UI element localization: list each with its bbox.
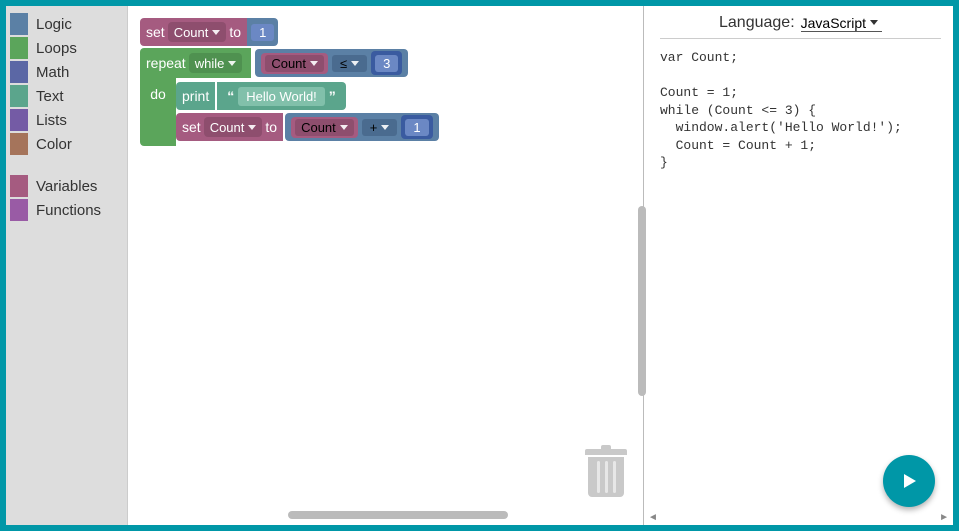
toolbox-label: Text	[36, 88, 64, 105]
toolbox-label: Color	[36, 136, 72, 153]
category-color-swatch	[10, 61, 28, 83]
category-color-swatch	[10, 133, 28, 155]
blocks-canvas[interactable]: set Count to 1 repeat while	[140, 18, 439, 146]
toolbox-item-color[interactable]: Color	[6, 132, 127, 156]
category-color-swatch	[10, 199, 28, 221]
toolbox-item-lists[interactable]: Lists	[6, 108, 127, 132]
set-keyword: set	[146, 24, 165, 40]
toolbox-label: Math	[36, 64, 69, 81]
category-color-swatch	[10, 13, 28, 35]
app-frame: Logic Loops Math Text Lists Color Variables Fu…	[0, 0, 959, 531]
arith-op-dropdown[interactable]: +	[362, 119, 398, 136]
workspace-h-scrollbar[interactable]	[288, 511, 623, 521]
toolbox-label: Logic	[36, 16, 72, 33]
trash-icon[interactable]	[585, 449, 627, 497]
run-button[interactable]	[883, 455, 935, 507]
number-input[interactable]: 1	[251, 24, 274, 41]
code-panel: Language: JavaScript var Count; Count = …	[643, 6, 953, 525]
category-color-swatch	[10, 85, 28, 107]
code-h-scrollbar[interactable]: ◄►	[644, 512, 953, 523]
play-icon	[899, 471, 919, 491]
chevron-down-icon	[340, 125, 348, 130]
category-color-swatch	[10, 109, 28, 131]
var-dropdown[interactable]: Count	[168, 22, 227, 42]
block-compare[interactable]: Count ≤ 3	[255, 49, 408, 77]
toolbox-item-variables[interactable]: Variables	[6, 174, 127, 198]
toolbox-item-functions[interactable]: Functions	[6, 198, 127, 222]
number-slot[interactable]: 1	[401, 115, 432, 139]
toolbox-label: Lists	[36, 112, 67, 129]
category-color-swatch	[10, 37, 28, 59]
quote-close-icon: ”	[325, 88, 340, 104]
set-keyword: set	[182, 119, 201, 135]
block-print[interactable]: print “ Hello World! ”	[176, 82, 439, 110]
block-set-count-incr[interactable]: set Count to Count	[176, 112, 439, 142]
chevron-down-icon	[351, 61, 359, 66]
quote-open-icon: “	[223, 88, 238, 104]
number-slot[interactable]: 3	[371, 51, 402, 75]
language-label: Language:	[719, 14, 795, 32]
workspace[interactable]: set Count to 1 repeat while	[128, 6, 643, 525]
compare-op-dropdown[interactable]: ≤	[332, 55, 367, 72]
language-row: Language: JavaScript	[660, 14, 941, 39]
var-dropdown[interactable]: Count	[204, 117, 263, 137]
toolbox-item-logic[interactable]: Logic	[6, 12, 127, 36]
to-keyword: to	[265, 119, 277, 135]
toolbox-item-loops[interactable]: Loops	[6, 36, 127, 60]
category-color-swatch	[10, 175, 28, 197]
chevron-down-icon	[228, 61, 236, 66]
toolbox-sidebar: Logic Loops Math Text Lists Color Variables Fu…	[6, 6, 128, 525]
do-label: do	[140, 78, 176, 146]
language-select[interactable]: JavaScript	[801, 15, 882, 32]
scrollbar-thumb[interactable]	[288, 511, 508, 519]
chevron-down-icon	[248, 125, 256, 130]
repeat-keyword: repeat	[146, 55, 186, 71]
while-dropdown[interactable]: while	[189, 53, 243, 73]
block-text-literal[interactable]: “ Hello World! ”	[217, 82, 346, 110]
var-get-count[interactable]: Count	[291, 117, 358, 138]
toolbox-label: Variables	[36, 178, 97, 195]
print-keyword: print	[182, 88, 209, 104]
toolbox-label: Functions	[36, 202, 101, 219]
chevron-down-icon	[381, 125, 389, 130]
code-v-scrollbar[interactable]	[638, 206, 646, 396]
text-input[interactable]: Hello World!	[238, 87, 325, 106]
var-get-count[interactable]: Count	[261, 53, 328, 74]
toolbox-label: Loops	[36, 40, 77, 57]
toolbox-item-math[interactable]: Math	[6, 60, 127, 84]
block-repeat-while[interactable]: repeat while Count ≤ 3	[140, 48, 439, 146]
generated-code: var Count; Count = 1; while (Count <= 3)…	[660, 49, 941, 517]
toolbox-item-text[interactable]: Text	[6, 84, 127, 108]
chevron-down-icon	[212, 30, 220, 35]
to-keyword: to	[229, 24, 241, 40]
block-arithmetic[interactable]: Count + 1	[285, 113, 439, 141]
chevron-down-icon	[870, 20, 878, 25]
block-set-count-1[interactable]: set Count to 1	[140, 18, 439, 46]
chevron-down-icon	[310, 61, 318, 66]
